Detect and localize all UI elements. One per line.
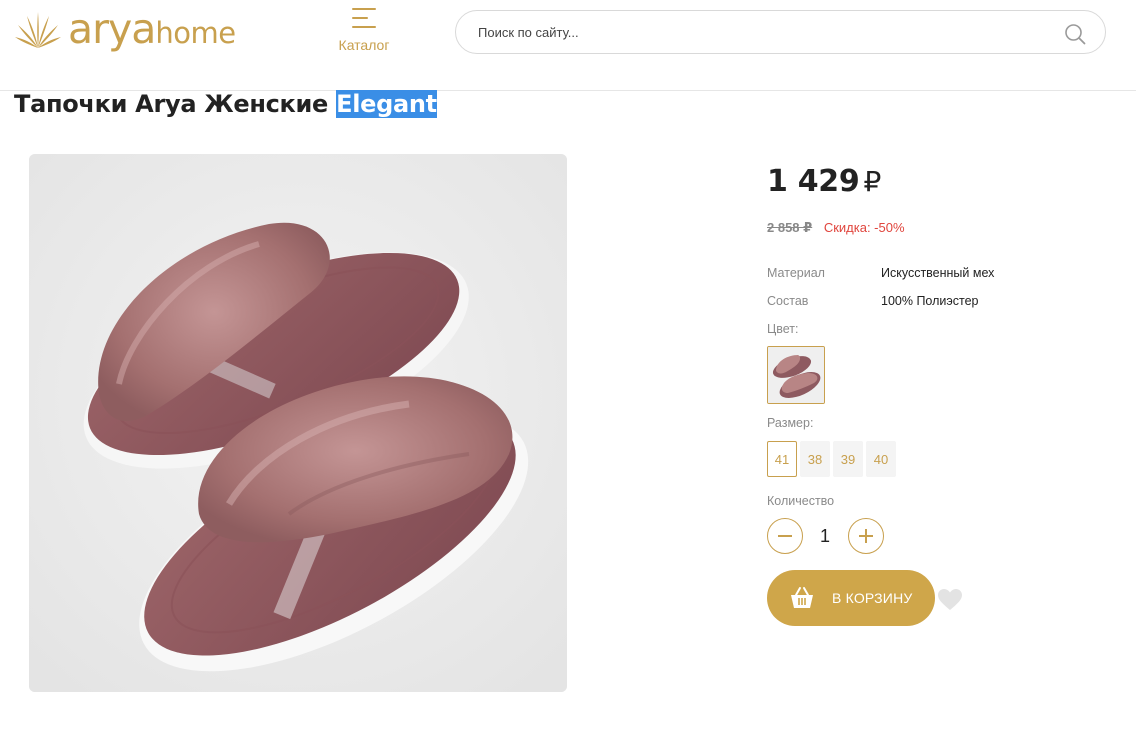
logo-text-home: home bbox=[155, 15, 236, 50]
heart-icon[interactable] bbox=[937, 588, 963, 612]
search-input[interactable] bbox=[478, 11, 1038, 53]
product-price: 1 429 ₽ bbox=[767, 164, 881, 199]
color-label: Цвет: bbox=[767, 322, 799, 336]
property-value: Искусственный мех bbox=[881, 266, 995, 280]
price-currency: ₽ bbox=[863, 165, 881, 198]
product-title: Тапочки Arya Женские Elegant bbox=[14, 88, 437, 120]
discount-label: Скидка: -50% bbox=[823, 220, 905, 235]
size-option-38[interactable]: 38 bbox=[800, 441, 830, 477]
product-title-highlight: Elegant bbox=[336, 90, 437, 118]
property-key: Состав bbox=[767, 294, 809, 308]
property-row-composition: Состав 100% Полиэстер bbox=[767, 294, 979, 308]
swatch-thumbnail bbox=[768, 347, 824, 403]
color-swatch[interactable] bbox=[767, 346, 825, 404]
basket-icon bbox=[791, 587, 813, 608]
property-value: 100% Полиэстер bbox=[881, 294, 979, 308]
palm-leaf-logo-icon bbox=[15, 12, 61, 48]
catalog-label: Каталог bbox=[338, 37, 390, 53]
site-header: aryahome Каталог bbox=[0, 0, 1136, 91]
property-key: Материал bbox=[767, 266, 825, 280]
old-price-row: 2 858 ₽ Скидка: -50% bbox=[767, 220, 905, 236]
old-price: 2 858 ₽ bbox=[767, 220, 813, 235]
size-option-39[interactable]: 39 bbox=[833, 441, 863, 477]
arya-home-logo[interactable]: aryahome bbox=[14, 8, 236, 50]
price-value: 1 429 bbox=[767, 164, 860, 199]
size-label: Размер: bbox=[767, 416, 814, 430]
catalog-button[interactable]: Каталог bbox=[330, 8, 398, 53]
quantity-label: Количество bbox=[767, 494, 835, 508]
menu-icon bbox=[352, 8, 376, 28]
quantity-increase-button[interactable] bbox=[848, 518, 884, 554]
property-row-material: Материал Искусственный мех bbox=[767, 266, 994, 280]
quantity-value[interactable]: 1 bbox=[805, 518, 845, 554]
product-title-main: Тапочки Arya Женские bbox=[14, 90, 337, 118]
size-option-40[interactable]: 40 bbox=[866, 441, 896, 477]
product-image[interactable] bbox=[29, 154, 567, 692]
search-icon[interactable] bbox=[1064, 23, 1086, 45]
logo-text-arya: arya bbox=[68, 4, 156, 53]
logo-text: aryahome bbox=[68, 8, 236, 50]
quantity-decrease-button[interactable] bbox=[767, 518, 803, 554]
slippers-illustration bbox=[29, 154, 567, 692]
add-to-cart-button[interactable]: В КОРЗИНУ bbox=[767, 570, 935, 626]
size-option-41[interactable]: 41 bbox=[767, 441, 797, 477]
search-bar bbox=[455, 10, 1106, 54]
size-options: 41 38 39 40 bbox=[767, 441, 899, 477]
add-to-cart-label: В КОРЗИНУ bbox=[832, 590, 913, 606]
